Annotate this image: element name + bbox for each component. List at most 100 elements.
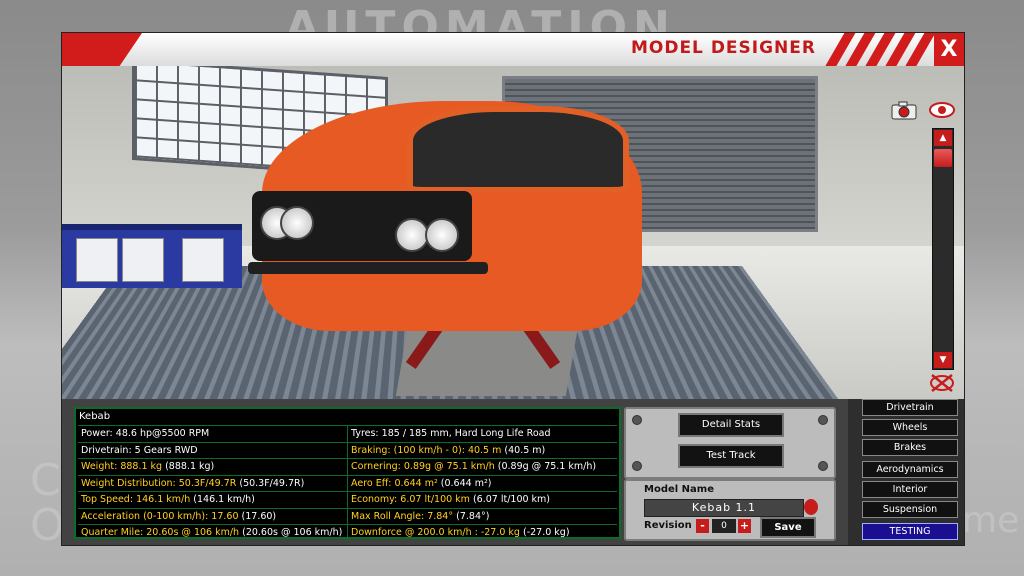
stats-cell-right: Cornering: 0.89g @ 75.1 km/h (0.89g @ 75… (347, 459, 617, 475)
nav-item-suspension[interactable]: Suspension (862, 501, 958, 518)
stat-value: 185 / 185 mm, Hard Long Life Road (382, 428, 551, 439)
zoom-scrollbar[interactable]: ▲ ▼ (932, 128, 954, 370)
stat-value: 146.1 km/h (136, 494, 190, 505)
bottom-panel: Kebab Power: 48.6 hp@5500 RPM Tyres: 185 … (62, 399, 964, 545)
nav-item-wheels[interactable]: Wheels (862, 419, 958, 436)
stat-label: Downforce @ (351, 527, 417, 538)
stat-paren: (888.1 kg) (162, 461, 214, 472)
stat-value: 50.3F/49.7R (179, 478, 237, 489)
stats-grid: Power: 48.6 hp@5500 RPM Tyres: 185 / 185 … (78, 425, 617, 541)
stats-row: Weight: 888.1 kg (888.1 kg) Cornering: 0.… (78, 458, 617, 475)
nav-item-aerodynamics[interactable]: Aerodynamics (862, 461, 958, 478)
stat-paren: (0.644 m²) (438, 478, 492, 489)
stat-paren: (40.5 m) (501, 445, 545, 456)
stats-table: Kebab Power: 48.6 hp@5500 RPM Tyres: 185 … (74, 407, 621, 539)
stat-label: Max Roll Angle: (351, 511, 427, 522)
title-accent (62, 33, 142, 66)
stat-value: 200.0 km/h : -27.0 kg (417, 527, 520, 538)
stat-label: Economy: (351, 494, 400, 505)
stat-value: 48.6 hp@5500 RPM (116, 428, 209, 439)
stats-cell-right: Braking: (100 km/h - 0): 40.5 m (40.5 m) (347, 443, 617, 459)
revision-decrement-button[interactable]: - (696, 519, 709, 533)
headlight (425, 218, 459, 252)
stat-label: Weight Distribution: (81, 478, 179, 489)
stat-paren: (6.07 lt/100 km) (470, 494, 550, 505)
stat-label: Top Speed: (81, 494, 136, 505)
chevron-down-icon[interactable]: ▼ (934, 352, 952, 368)
eye-icon[interactable] (928, 100, 956, 120)
stats-row: Weight Distribution: 50.3F/49.7R (50.3F/… (78, 475, 617, 492)
stats-cell-right: Economy: 6.07 lt/100 km (6.07 lt/100 km) (347, 492, 617, 508)
model-name-label: Model Name (644, 484, 714, 495)
stat-label: Drivetrain: (81, 445, 135, 456)
stats-row: Quarter Mile: 20.60s @ 106 km/h (20.60s … (78, 524, 617, 541)
stats-cell-left: Drivetrain: 5 Gears RWD (78, 443, 347, 459)
camera-icon[interactable] (890, 100, 918, 120)
stat-value: (100 km/h - 0): 40.5 m (394, 445, 502, 456)
test-track-button[interactable]: Test Track (678, 444, 784, 468)
stat-paren: (20.60s @ 106 km/h) (239, 527, 342, 538)
close-button[interactable]: X (934, 33, 964, 66)
nav-item-brakes[interactable]: Brakes (862, 439, 958, 456)
revision-label: Revision (644, 520, 692, 531)
headlight (395, 218, 429, 252)
stat-value: 888.1 kg (120, 461, 162, 472)
stats-cell-left: Top Speed: 146.1 km/h (146.1 km/h) (78, 492, 347, 508)
workbench-cabinet (62, 224, 242, 288)
clear-name-icon[interactable] (804, 499, 818, 515)
stats-row: Top Speed: 146.1 km/h (146.1 km/h) Econom… (78, 491, 617, 508)
car-name: Kebab (79, 411, 110, 422)
stats-cell-right: Aero Eff: 0.644 m² (0.644 m²) (347, 476, 617, 492)
nav-item-drivetrain[interactable]: Drivetrain (862, 399, 958, 416)
headlight (280, 206, 314, 240)
stat-paren: (17.60) (239, 511, 277, 522)
designer-nav: Drivetrain Wheels Brakes Aerodynamics Interi… (848, 399, 964, 545)
stat-label: Acceleration (81, 511, 143, 522)
stats-cell-left: Weight Distribution: 50.3F/49.7R (50.3F/… (78, 476, 347, 492)
stat-label: Aero Eff: (351, 478, 394, 489)
revision-value: 0 (712, 519, 736, 533)
background-text-fragment: C (30, 455, 61, 506)
stat-label: Tyres: (351, 428, 382, 439)
reset-view-icon[interactable] (928, 372, 956, 394)
stats-row: Drivetrain: 5 Gears RWD Braking: (100 km/… (78, 442, 617, 459)
stat-paren: (7.84°) (453, 511, 489, 522)
car-3d-viewport[interactable]: ▲ ▼ (62, 66, 964, 399)
stat-value: 20.60s @ 106 km/h (146, 527, 239, 538)
actions-box: Detail Stats Test Track (624, 407, 836, 479)
title-stripes (824, 33, 934, 66)
model-designer-window: MODEL DESIGNER X ▲ ▼ Kebab Power: 48.6 h… (62, 33, 964, 545)
stats-cell-left: Weight: 888.1 kg (888.1 kg) (78, 459, 347, 475)
window-title: MODEL DESIGNER (631, 38, 816, 58)
stat-value: 5 Gears RWD (135, 445, 198, 456)
background-text-fragment: me (962, 500, 1019, 541)
stats-cell-left: Power: 48.6 hp@5500 RPM (78, 426, 347, 442)
title-bar: MODEL DESIGNER X (62, 33, 964, 66)
revision-increment-button[interactable]: + (738, 519, 751, 533)
car-bumper (248, 262, 488, 274)
stat-label: Quarter Mile: (81, 527, 146, 538)
nav-item-testing[interactable]: TESTING (862, 523, 958, 540)
scrollbar-thumb[interactable] (934, 149, 952, 167)
chevron-up-icon[interactable]: ▲ (934, 130, 952, 146)
model-name-box: Model Name Kebab 1.1 Revision - 0 + Save (624, 479, 836, 541)
background-text-fragment: O (30, 500, 65, 551)
stat-value: (0-100 km/h): 17.60 (143, 511, 238, 522)
model-name-input[interactable]: Kebab 1.1 (644, 499, 804, 517)
stat-paren: (0.89g @ 75.1 km/h) (495, 461, 596, 472)
stats-cell-right: Max Roll Angle: 7.84° (7.84°) (347, 509, 617, 525)
save-button[interactable]: Save (760, 517, 816, 538)
stat-value: 0.644 m² (394, 478, 437, 489)
stat-value: 7.84° (427, 511, 453, 522)
stats-cell-left: Quarter Mile: 20.60s @ 106 km/h (20.60s … (78, 525, 347, 541)
stats-row: Power: 48.6 hp@5500 RPM Tyres: 185 / 185 … (78, 425, 617, 442)
stat-label: Power: (81, 428, 116, 439)
stat-label: Weight: (81, 461, 120, 472)
stat-value: 0.89g @ 75.1 km/h (404, 461, 495, 472)
stat-paren: (146.1 km/h) (190, 494, 255, 505)
stats-cell-right: Downforce @ 200.0 km/h : -27.0 kg (-27.0… (347, 525, 617, 541)
stat-paren: (50.3F/49.7R) (236, 478, 304, 489)
nav-item-interior[interactable]: Interior (862, 481, 958, 498)
stat-paren: (-27.0 kg) (520, 527, 570, 538)
detail-stats-button[interactable]: Detail Stats (678, 413, 784, 437)
